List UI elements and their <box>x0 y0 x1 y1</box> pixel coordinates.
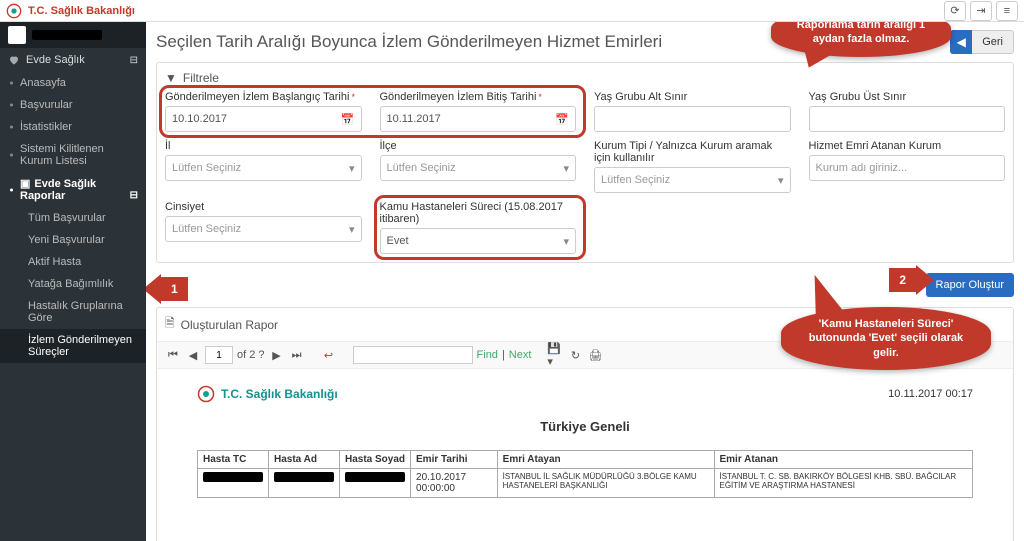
chevron-down-icon: ▾ <box>563 162 569 175</box>
yas-ust-input[interactable] <box>809 106 1006 132</box>
redacted-value <box>345 472 405 482</box>
filter-header[interactable]: ▼ Filtrele <box>165 71 1005 85</box>
action-row: 2 Rapor Oluştur <box>156 263 1014 307</box>
search-input[interactable] <box>353 346 473 364</box>
il-label: İl <box>165 140 362 152</box>
redacted-value <box>274 472 334 482</box>
sidebar-section-evde-saglik[interactable]: Evde Sağlık ⊟ <box>0 48 146 72</box>
table-header-row: Hasta TC Hasta Ad Hasta Soyad Emir Tarih… <box>198 451 973 469</box>
start-date-input[interactable]: 10.10.2017 📅 <box>165 106 362 132</box>
back-button[interactable]: Geri <box>972 30 1014 54</box>
sidebar-item-kilitlenen[interactable]: Sistemi Kilitlenen Kurum Listesi <box>0 138 146 172</box>
collapse-icon: ⊟ <box>130 55 138 66</box>
logo-icon <box>6 3 22 19</box>
first-page-button[interactable]: ⏮ <box>165 347 181 363</box>
export-button[interactable]: 💾▾ <box>547 347 563 363</box>
calendar-icon: 📅 <box>555 113 569 126</box>
kamu-label: Kamu Hastaneleri Süreci (15.08.2017 itib… <box>380 201 577 225</box>
yas-alt-label: Yaş Grubu Alt Sınır <box>594 91 791 103</box>
funnel-icon: ▼ <box>165 71 177 85</box>
back-button-group: ◀ Geri <box>950 30 1014 54</box>
page-of-label: of 2 ? <box>237 349 265 361</box>
kurum-tipi-select[interactable]: Lütfen Seçiniz▾ <box>594 167 791 193</box>
sidebar-sub-tum[interactable]: Tüm Başvurular <box>0 207 146 229</box>
yas-ust-label: Yaş Grubu Üst Sınır <box>809 91 1006 103</box>
parent-report-button[interactable]: ↩ <box>321 347 337 363</box>
start-date-label: Gönderilmeyen İzlem Başlangıç Tarihi* <box>165 91 362 103</box>
sidebar-sub-izlem[interactable]: İzlem Gönderilmeyen Süreçler <box>0 329 146 363</box>
content: 1 Raporlama tarih aralığı 1 aydan fazla … <box>146 22 1024 541</box>
user-name-redacted <box>32 30 102 40</box>
hizmet-kurum-input[interactable]: Kurum adı giriniz... <box>809 155 1006 181</box>
collapse-icon: ⊟ <box>130 190 138 201</box>
annotation-arrow-2: 2 <box>889 265 934 295</box>
sidebar-item-anasayfa[interactable]: Anasayfa <box>0 72 146 94</box>
hizmet-kurum-label: Hizmet Emri Atanan Kurum <box>809 140 1006 152</box>
sidebar-sub-aktif[interactable]: Aktif Hasta <box>0 251 146 273</box>
brand-title: T.C. Sağlık Bakanlığı <box>28 5 135 17</box>
ilce-select[interactable]: Lütfen Seçiniz▾ <box>380 155 577 181</box>
last-page-button[interactable]: ⏭ <box>289 347 305 363</box>
next-button[interactable]: Next <box>509 349 532 361</box>
document-icon: 🗎 <box>165 314 175 335</box>
report-table: Hasta TC Hasta Ad Hasta Soyad Emir Tarih… <box>197 450 973 498</box>
print-button[interactable]: 🖨 <box>587 347 603 363</box>
report-datetime: 10.11.2017 00:17 <box>888 388 973 400</box>
table-row: 20.10.2017 00:00:00 İSTANBUL İL SAĞLIK M… <box>198 469 973 498</box>
sidebar-sub-yeni[interactable]: Yeni Başvurular <box>0 229 146 251</box>
sidebar-item-basvurular[interactable]: Başvurular <box>0 94 146 116</box>
redacted-value <box>203 472 263 482</box>
brand-bar: T.C. Sağlık Bakanlığı ⟳ ⇥ ≡ <box>0 0 1024 22</box>
end-date-input[interactable]: 10.11.2017 📅 <box>380 106 577 132</box>
calendar-icon: 📅 <box>341 113 355 126</box>
generate-report-button[interactable]: Rapor Oluştur <box>926 273 1014 297</box>
menu-button[interactable]: ≡ <box>996 1 1018 21</box>
sidebar-sub-yataga[interactable]: Yatağa Bağımlılık <box>0 273 146 295</box>
cinsiyet-label: Cinsiyet <box>165 201 362 213</box>
report-logo-icon <box>197 385 215 403</box>
report-brand-title: T.C. Sağlık Bakanlığı <box>221 387 338 401</box>
chevron-down-icon: ▾ <box>563 235 569 248</box>
sidebar: Evde Sağlık ⊟ Anasayfa Başvurular İstati… <box>0 22 146 541</box>
ilce-label: İlçe <box>380 140 577 152</box>
sidebar-sub-hastalik[interactable]: Hastalık Gruplarına Göre <box>0 295 146 329</box>
heart-icon <box>8 54 20 66</box>
yas-alt-input[interactable] <box>594 106 791 132</box>
sidebar-section-label: Evde Sağlık <box>26 54 85 66</box>
sidebar-item-istatistikler[interactable]: İstatistikler <box>0 116 146 138</box>
filter-title: Filtrele <box>183 71 219 85</box>
back-arrow-button[interactable]: ◀ <box>950 30 972 54</box>
kamu-select[interactable]: Evet▾ <box>380 228 577 254</box>
end-date-label: Gönderilmeyen İzlem Bitiş Tarihi* <box>380 91 577 103</box>
next-page-button[interactable]: ▶ <box>269 347 285 363</box>
refresh-report-button[interactable]: ↻ <box>567 347 583 363</box>
report-body: T.C. Sağlık Bakanlığı 10.11.2017 00:17 T… <box>157 369 1013 541</box>
page-number-input[interactable] <box>205 346 233 364</box>
refresh-button[interactable]: ⟳ <box>944 1 966 21</box>
logout-button[interactable]: ⇥ <box>970 1 992 21</box>
avatar-icon <box>8 26 26 44</box>
find-button[interactable]: Find <box>477 349 498 361</box>
cinsiyet-select[interactable]: Lütfen Seçiniz▾ <box>165 216 362 242</box>
chevron-down-icon: ▾ <box>349 162 355 175</box>
sidebar-user[interactable] <box>0 22 146 48</box>
il-select[interactable]: Lütfen Seçiniz▾ <box>165 155 362 181</box>
sidebar-item-raporlar[interactable]: ▣Evde Sağlık Raporlar ⊟ <box>0 172 146 207</box>
annotation-callout-2: 'Kamu Hastaneleri Süreci' butonunda 'Eve… <box>781 307 991 370</box>
report-subtitle: Türkiye Geneli <box>197 419 973 434</box>
prev-page-button[interactable]: ◀ <box>185 347 201 363</box>
kurum-tipi-label: Kurum Tipi / Yalnızca Kurum aramak için … <box>594 140 791 164</box>
chevron-down-icon: ▾ <box>349 223 355 236</box>
filter-panel: ▼ Filtrele Gönderilmeyen İzlem Başlangıç… <box>156 62 1014 263</box>
chevron-down-icon: ▾ <box>778 174 784 187</box>
